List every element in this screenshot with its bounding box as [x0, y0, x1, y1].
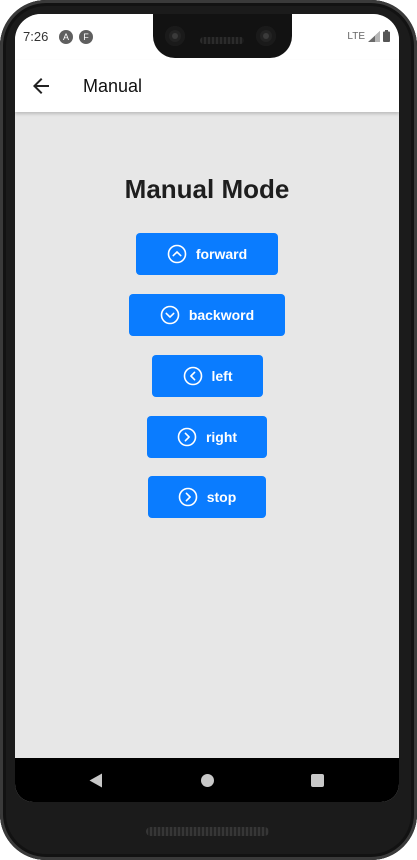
page-title: Manual [83, 76, 143, 96]
battery-icon [383, 30, 390, 42]
earpiece-speaker [200, 37, 244, 44]
chevron-right-circle-icon [178, 487, 198, 507]
left-label: left [211, 368, 233, 384]
backword-button[interactable]: backword [129, 294, 285, 336]
app-notification-icon: A [59, 30, 73, 44]
signal-icon [368, 30, 380, 42]
front-camera [165, 26, 185, 46]
chevron-right-circle-icon [177, 427, 197, 447]
app-bar: Manual [15, 60, 399, 112]
stop-button[interactable]: stop [148, 476, 266, 518]
arrow-back-icon [33, 78, 49, 94]
forward-button[interactable]: forward [136, 233, 278, 275]
camera-notch [153, 14, 292, 58]
status-indicators: LTE [347, 30, 390, 42]
right-button[interactable]: right [147, 416, 267, 458]
chevron-left-circle-icon [183, 366, 202, 386]
nav-back-icon[interactable] [89, 773, 103, 788]
phone-frame: 7:26 A F LTE Manual Manual Mode forward … [0, 0, 417, 860]
backword-label: backword [188, 307, 255, 323]
system-nav-bar [15, 758, 399, 802]
network-type: LTE [347, 30, 365, 42]
stop-label: stop [206, 489, 237, 505]
nav-home-icon[interactable] [201, 774, 214, 787]
back-button[interactable] [29, 74, 53, 98]
chevron-up-circle-icon [167, 244, 187, 264]
screen: 7:26 A F LTE Manual Manual Mode forward … [15, 14, 399, 802]
right-label: right [205, 429, 238, 445]
main-content: Manual Mode forward backword left right … [15, 112, 399, 758]
bottom-speaker-grille [146, 827, 269, 836]
chevron-down-circle-icon [160, 305, 180, 325]
nav-recents-icon[interactable] [311, 774, 324, 787]
left-button[interactable]: left [152, 355, 263, 397]
front-camera [256, 26, 276, 46]
manual-mode-heading: Manual Mode [124, 174, 290, 204]
status-time: 7:26 [23, 29, 49, 44]
app-notification-icon: F [79, 30, 93, 44]
forward-label: forward [195, 246, 248, 262]
